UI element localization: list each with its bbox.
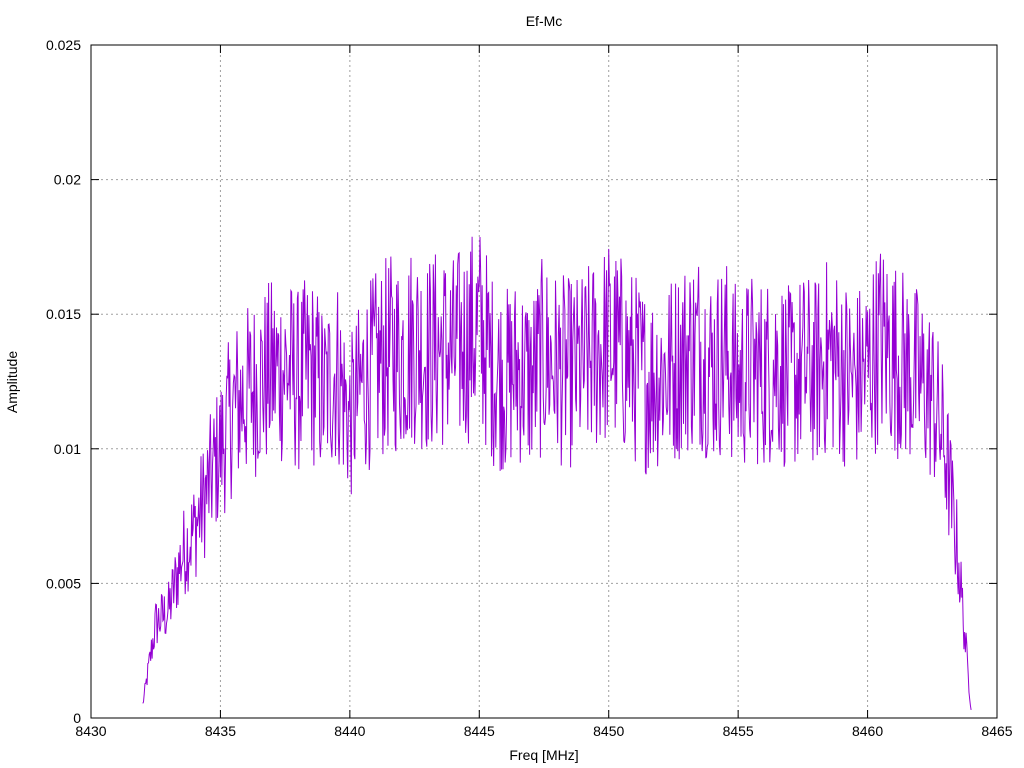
x-tick-label: 8455 xyxy=(723,723,754,739)
y-tick-label: 0.025 xyxy=(46,37,81,53)
y-tick-label: 0.01 xyxy=(54,441,81,457)
chart: Ef-Mc 8430 8435 8440 8445 8450 8455 8460 846500… xyxy=(0,0,1024,768)
x-tick-label: 8465 xyxy=(981,723,1012,739)
x-tick-label: 8440 xyxy=(334,723,365,739)
y-tick-label: 0 xyxy=(73,710,81,726)
y-axis-label: Amplitude xyxy=(4,351,20,413)
series-layer xyxy=(142,236,972,710)
x-tick-label: 8435 xyxy=(205,723,236,739)
x-tick-label: 8450 xyxy=(593,723,624,739)
y-tick-label: 0.005 xyxy=(46,575,81,591)
x-tick-label: 8460 xyxy=(852,723,883,739)
y-tick-label: 0.02 xyxy=(54,172,81,188)
chart-title: Ef-Mc xyxy=(526,13,563,29)
x-axis-label: Freq [MHz] xyxy=(509,747,578,763)
series-line xyxy=(142,236,972,710)
y-tick-label: 0.015 xyxy=(46,306,81,322)
series-0 xyxy=(142,236,972,710)
x-tick-label: 8445 xyxy=(464,723,495,739)
